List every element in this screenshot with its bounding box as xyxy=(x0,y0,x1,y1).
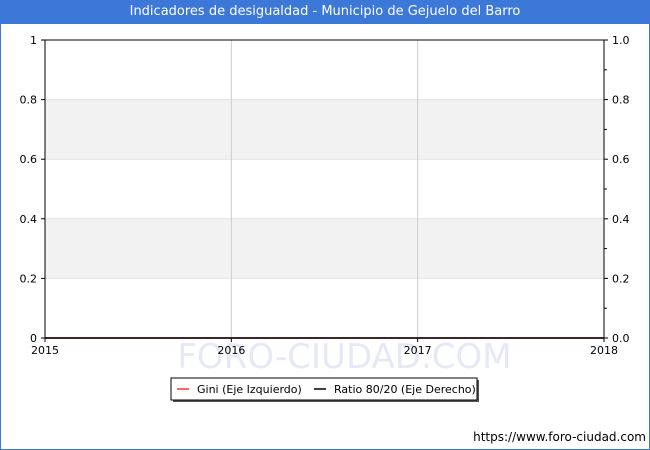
grid-band xyxy=(45,99,604,160)
plot-border xyxy=(44,39,605,339)
y-right-tick-label: 0.6 xyxy=(612,153,630,166)
legend-gini-label: Gini (Eje Izquierdo) xyxy=(197,383,302,396)
legend-ratio-label: Ratio 80/20 (Eje Derecho) xyxy=(334,383,476,396)
x-tick-label: 2016 xyxy=(217,344,245,357)
y-left-tick-label: 0.6 xyxy=(20,153,38,166)
x-tick-label: 2015 xyxy=(31,344,59,357)
y-right-tick-label: 1.0 xyxy=(612,34,630,47)
y-left-tick-label: 0.4 xyxy=(20,213,38,226)
source-url: https://www.foro-ciudad.com xyxy=(473,430,646,444)
chart-svg: FORO-CIUDAD.COM00.20.40.60.810.00.20.40.… xyxy=(20,34,630,402)
y-right-tick-label: 0.4 xyxy=(612,213,630,226)
x-tick-label: 2017 xyxy=(404,344,432,357)
y-left-tick-label: 1 xyxy=(30,34,37,47)
x-tick-label: 2018 xyxy=(590,344,618,357)
y-right-tick-label: 0.8 xyxy=(612,94,630,107)
y-left-tick-label: 0.8 xyxy=(20,94,38,107)
grid-band xyxy=(45,218,604,279)
y-left-tick-label: 0.2 xyxy=(20,272,38,285)
y-right-tick-label: 0.2 xyxy=(612,272,630,285)
watermark: FORO-CIUDAD.COM xyxy=(177,337,511,377)
